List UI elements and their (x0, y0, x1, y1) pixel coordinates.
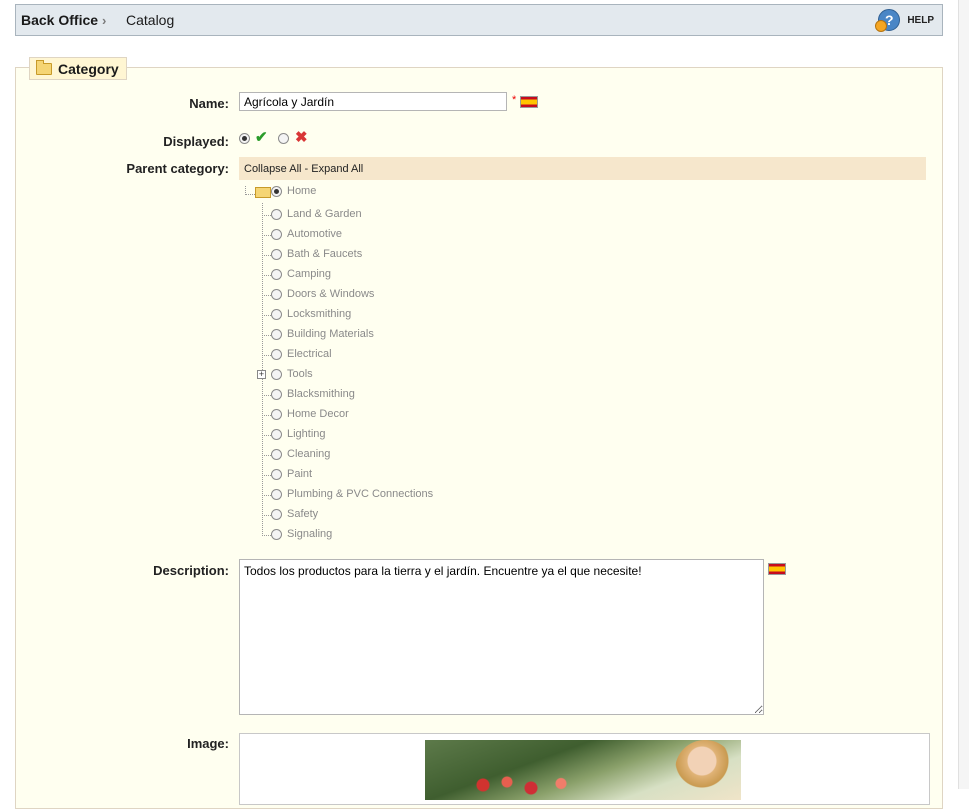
tree-label: Cleaning (287, 448, 331, 460)
tree-label-home: Home (287, 185, 317, 197)
breadcrumb-catalog[interactable]: Catalog (126, 12, 174, 28)
tree-radio[interactable] (271, 429, 282, 440)
tree-radio[interactable] (271, 469, 282, 480)
tree-label: Tools (287, 368, 313, 380)
tree-connector (245, 186, 255, 195)
image-preview-box (239, 733, 930, 805)
name-input[interactable] (239, 92, 507, 111)
breadcrumb-back-office[interactable]: Back Office (21, 12, 98, 28)
tree-label: Automotive (287, 228, 343, 240)
tree-label: Locksmithing (287, 308, 352, 320)
gear-icon (875, 20, 888, 32)
check-icon: ✔ (255, 129, 268, 146)
tree-radio[interactable] (271, 489, 282, 500)
breadcrumb-separator: › (102, 13, 107, 28)
section-title: Category (58, 60, 119, 77)
category-image (425, 740, 741, 800)
tree-radio[interactable] (271, 269, 282, 280)
collapse-expand-links[interactable]: Collapse All - Expand All (244, 163, 363, 175)
tree-connector (262, 455, 271, 456)
tree-connector (262, 215, 271, 216)
tree-connector (262, 395, 271, 396)
tree-label: Camping (287, 268, 332, 280)
open-folder-icon (255, 187, 271, 198)
section-legend: Category (29, 57, 127, 80)
displayed-no-radio[interactable] (278, 133, 289, 144)
breadcrumb-bar: Back Office › Catalog ? HELP (15, 4, 943, 36)
tree-radio-home[interactable] (271, 186, 282, 197)
cross-icon: ✖ (295, 129, 308, 146)
tree-radio[interactable] (271, 309, 282, 320)
tree-connector (262, 535, 271, 536)
tree-label: Doors & Windows (287, 288, 375, 300)
tree-label: Bath & Faucets (287, 248, 363, 260)
displayed-label: Displayed: (163, 134, 229, 149)
tree-connector (262, 255, 271, 256)
tree-radio[interactable] (271, 349, 282, 360)
tree-label: Paint (287, 468, 313, 480)
spain-flag-icon[interactable] (768, 563, 786, 575)
tree-label: Home Decor (287, 408, 349, 420)
tree-label: Land & Garden (287, 208, 362, 220)
tree-radio[interactable] (271, 529, 282, 540)
name-label: Name: (189, 96, 229, 111)
tree-connector (262, 355, 271, 356)
tree-radio[interactable] (271, 249, 282, 260)
tree-radio[interactable] (271, 389, 282, 400)
required-mark: * (512, 94, 517, 106)
displayed-yes-radio[interactable] (239, 133, 250, 144)
tree-connector (262, 335, 271, 336)
description-textarea[interactable]: Todos los productos para la tierra y el … (239, 559, 764, 715)
page-scrollbar[interactable] (958, 0, 969, 789)
tree-radio[interactable] (271, 229, 282, 240)
tree-radio[interactable] (271, 409, 282, 420)
tree-connector (262, 415, 271, 416)
help-icon: ? (875, 9, 901, 32)
help-label: HELP (907, 14, 934, 26)
tree-connector (262, 235, 271, 236)
description-label: Description: (153, 563, 229, 578)
tree-toolbar: Collapse All - Expand All (239, 157, 926, 180)
image-label: Image: (187, 736, 229, 751)
tree-label: Plumbing & PVC Connections (287, 488, 434, 500)
tree-label: Signaling (287, 528, 333, 540)
tree-label: Building Materials (287, 328, 374, 340)
tree-radio[interactable] (271, 449, 282, 460)
tree-radio[interactable] (271, 369, 282, 380)
tree-connector (262, 495, 271, 496)
tree-label: Safety (287, 508, 319, 520)
tree-radio[interactable] (271, 509, 282, 520)
tree-radio[interactable] (271, 289, 282, 300)
tree-label: Electrical (287, 348, 332, 360)
tree-connector (262, 475, 271, 476)
tree-label: Blacksmithing (287, 388, 355, 400)
tree-connector (262, 435, 271, 436)
tree-radio[interactable] (271, 329, 282, 340)
tree-radio[interactable] (271, 209, 282, 220)
expand-plus-icon[interactable]: + (257, 370, 266, 379)
tree-connector (262, 315, 271, 316)
tree-connector (262, 275, 271, 276)
help-button[interactable]: ? HELP (875, 9, 934, 32)
tree-connector (262, 515, 271, 516)
parent-category-label: Parent category: (126, 161, 229, 176)
folder-icon (36, 59, 52, 75)
tree-label: Lighting (287, 428, 326, 440)
flowers-graphic (465, 770, 585, 800)
gardener-graphic (675, 740, 735, 800)
tree-connector (262, 295, 271, 296)
spain-flag-icon[interactable] (520, 96, 538, 108)
